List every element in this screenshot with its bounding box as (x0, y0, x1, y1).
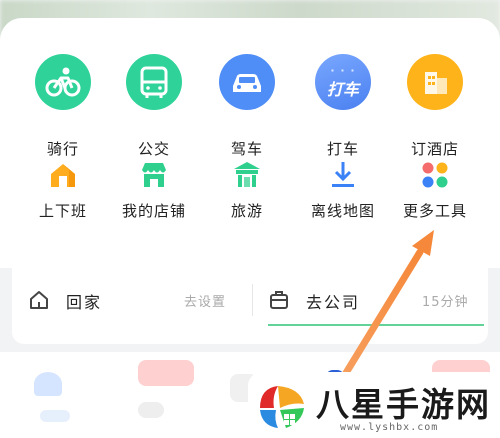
download-icon (328, 160, 358, 190)
taxi-icon: · · · 打车 (315, 54, 371, 110)
secondary-tools-row: 上下班 我的店铺 旅游 离线地图 更多工具 (0, 160, 500, 260)
briefcase-icon (268, 289, 290, 315)
go-to-work-item[interactable]: 去公司 15分钟 (252, 280, 488, 320)
commute-card: 回家 去设置 去公司 15分钟 (12, 254, 488, 344)
tool-label: 离线地图 (310, 202, 375, 220)
shop-icon (139, 160, 169, 190)
tool-label: 更多工具 (402, 202, 467, 220)
blurred-badge (138, 360, 194, 386)
watermark-logo-icon (260, 386, 304, 428)
home-icon (28, 289, 50, 315)
apps-icon (420, 160, 450, 190)
hotel-icon (407, 54, 463, 110)
go-to-work-title: 去公司 (306, 293, 361, 312)
work-route-progress-line (268, 324, 484, 326)
blurred-shortcut-icon (34, 372, 62, 396)
blurred-shortcut-label (138, 402, 164, 418)
tool-label: 公交 (137, 140, 170, 158)
tool-label: 打车 (326, 140, 359, 158)
go-home-title: 回家 (66, 293, 103, 312)
taxi-icon-text: 打车 (326, 80, 359, 99)
tools-card: 骑行 公交 驾车 · · · 打车 打车 订酒店 上下班 我的店铺 旅游 离线地… (0, 18, 500, 268)
tool-label: 骑行 (46, 140, 79, 158)
watermark-url: www.lyshbx.com (340, 422, 439, 433)
go-home-setup-link[interactable]: 去设置 (184, 291, 226, 310)
tool-label: 旅游 (230, 202, 263, 220)
primary-tools-row: 骑行 公交 驾车 · · · 打车 打车 订酒店 (0, 54, 500, 158)
watermark-site-name: 八星手游网 (316, 385, 491, 424)
house-icon (48, 160, 78, 190)
go-to-work-eta: 15分钟 (422, 295, 469, 310)
bicycle-icon (35, 54, 91, 110)
bus-icon (126, 54, 182, 110)
blurred-shortcut-label (40, 410, 70, 422)
car-icon (219, 54, 275, 110)
gate-icon (232, 160, 262, 190)
tool-label: 上下班 (38, 202, 87, 220)
go-home-item[interactable]: 回家 去设置 (12, 280, 252, 320)
site-watermark: 八星手游网 www.lyshbx.com (248, 372, 500, 438)
tool-label: 我的店铺 (121, 202, 186, 220)
tool-label: 驾车 (230, 140, 263, 158)
tool-label: 订酒店 (410, 140, 459, 158)
